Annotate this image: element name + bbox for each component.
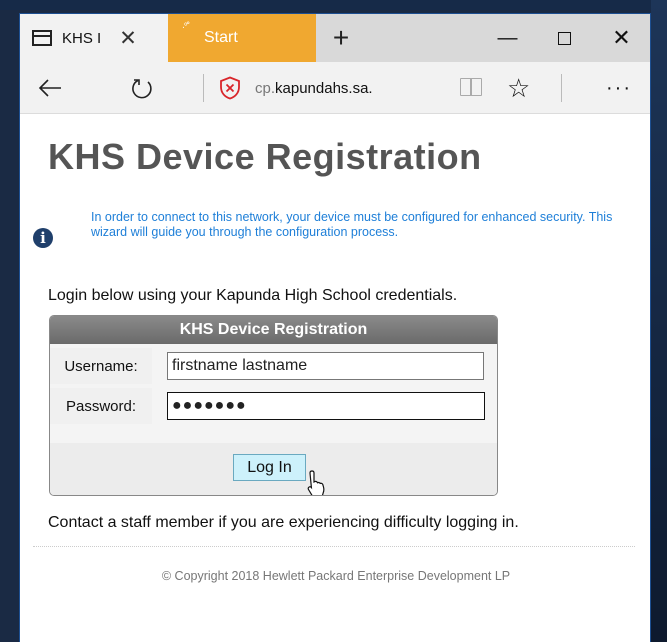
favorites-star-icon[interactable]: ☆ (507, 62, 530, 114)
reading-view-icon[interactable] (460, 78, 482, 96)
login-form: KHS Device Registration Username: firstn… (49, 315, 498, 496)
security-shield-icon[interactable] (219, 76, 241, 100)
password-label: Password: (50, 388, 152, 424)
contact-message: Contact a staff member if you are experi… (48, 514, 519, 531)
tab-start[interactable]: ∙°˚ Start (168, 14, 316, 62)
footer-divider (33, 546, 635, 547)
toolbar-separator (561, 74, 562, 102)
mouse-cursor-icon (307, 470, 325, 495)
maximize-button[interactable] (536, 14, 593, 62)
tab-khs[interactable]: KHS I ✕ (20, 14, 168, 62)
login-button-area: Log In (50, 443, 497, 495)
more-options-button[interactable]: ··· (606, 62, 632, 114)
password-input[interactable]: ●●●●●●● (167, 392, 485, 420)
tab-start-label: Start (204, 29, 238, 46)
login-instructions: Login below using your Kapunda High Scho… (48, 287, 458, 304)
back-arrow-icon[interactable] (30, 62, 70, 114)
url-field[interactable]: cp. kapundahs.sa. (255, 62, 435, 114)
info-icon: i (33, 228, 53, 248)
login-button[interactable]: Log In (233, 454, 306, 481)
new-tab-button[interactable]: + (316, 14, 366, 62)
minimize-button[interactable]: — (479, 14, 536, 62)
url-domain: kapundahs.sa. (275, 79, 373, 97)
desktop-edge-top (0, 0, 667, 10)
browser-window: KHS I ✕ ∙°˚ Start + — ✕ cp. kapundahs.sa.… (19, 13, 651, 642)
tab-page-icon (32, 30, 52, 46)
url-prefix: cp. (255, 79, 276, 97)
tab-close-icon[interactable]: ✕ (119, 28, 137, 49)
username-label: Username: (50, 348, 152, 384)
address-bar: cp. kapundahs.sa. ☆ ··· (20, 62, 650, 114)
window-controls: — ✕ (479, 14, 650, 62)
maximize-icon (558, 31, 571, 45)
refresh-icon[interactable] (122, 62, 162, 114)
copyright-footer: © Copyright 2018 Hewlett Packard Enterpr… (161, 569, 511, 583)
close-window-button[interactable]: ✕ (593, 14, 650, 62)
page-title: KHS Device Registration (48, 136, 482, 177)
login-form-heading: KHS Device Registration (50, 316, 497, 344)
address-separator (203, 74, 204, 102)
tab-bar: KHS I ✕ ∙°˚ Start + — ✕ (20, 14, 650, 62)
password-row: Password: ●●●●●●● (50, 387, 497, 425)
loading-spinner-icon: ∙°˚ (182, 22, 190, 33)
tab-khs-label: KHS I (62, 29, 102, 47)
desktop-edge-right (651, 0, 667, 642)
username-row: Username: firstname lastname (50, 347, 497, 385)
info-message: In order to connect to this network, you… (91, 210, 613, 239)
username-input[interactable]: firstname lastname (167, 352, 484, 380)
page-content: KHS Device Registration i In order to co… (20, 114, 650, 642)
